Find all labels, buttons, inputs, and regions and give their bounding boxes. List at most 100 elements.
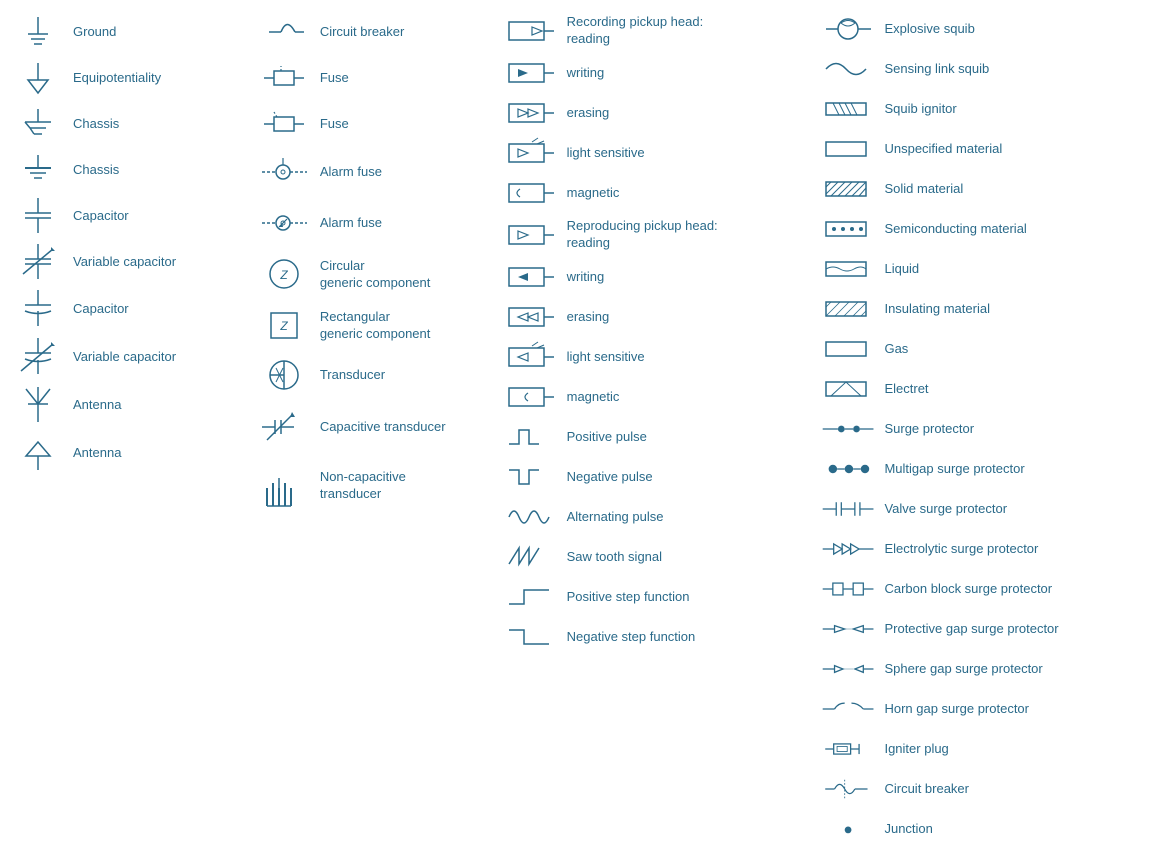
symbol-sphere-gap-surge-protector bbox=[821, 655, 876, 683]
item-explosive-squib: Explosive squib bbox=[821, 10, 1153, 48]
item-chassis1: Chassis bbox=[10, 102, 247, 146]
item-capacitive-transducer: Capacitive transducer bbox=[257, 400, 494, 454]
symbol-semiconducting-material bbox=[821, 214, 876, 244]
symbol-circular-generic: Z bbox=[257, 252, 312, 297]
item-positive-step: Positive step function bbox=[504, 578, 812, 616]
symbol-repr-reading bbox=[504, 216, 559, 254]
label-junction: Junction bbox=[884, 821, 932, 838]
label-capacitive-transducer: Capacitive transducer bbox=[320, 419, 446, 436]
symbol-alarm-fuse2 bbox=[257, 201, 312, 246]
item-semiconducting-material: Semiconducting material bbox=[821, 210, 1153, 248]
label-capacitor1: Capacitor bbox=[73, 208, 129, 225]
label-rph-magnetic: magnetic bbox=[567, 185, 620, 202]
label-igniter-plug: Igniter plug bbox=[884, 741, 948, 758]
item-ground: Ground bbox=[10, 10, 247, 54]
symbol-alarm-fuse1 bbox=[257, 150, 312, 195]
symbol-unspecified-material bbox=[821, 134, 876, 164]
item-transducer: Transducer bbox=[257, 352, 494, 398]
symbol-explosive-squib bbox=[821, 13, 876, 45]
label-negative-step: Negative step function bbox=[567, 629, 696, 646]
item-capacitor1: Capacitor bbox=[10, 194, 247, 238]
symbol-antenna2 bbox=[10, 432, 65, 474]
item-protective-gap-surge-protector: Protective gap surge protector bbox=[821, 610, 1153, 648]
item-alarm-fuse1: Alarm fuse bbox=[257, 148, 494, 197]
label-multigap-surge-protector: Multigap surge protector bbox=[884, 461, 1024, 478]
column-1: Ground Equipotentiality bbox=[5, 10, 252, 715]
label-protective-gap-surge-protector: Protective gap surge protector bbox=[884, 621, 1058, 638]
main-container: Ground Equipotentiality bbox=[0, 0, 1163, 725]
label-circuit-breaker: Circuit breaker bbox=[320, 24, 405, 41]
label-squib-ignitor: Squib ignitor bbox=[884, 101, 956, 118]
label-liquid: Liquid bbox=[884, 261, 919, 278]
label-alarm-fuse2: Alarm fuse bbox=[320, 215, 382, 232]
label-horn-gap-surge-protector: Horn gap surge protector bbox=[884, 701, 1029, 718]
symbol-surge-protector bbox=[821, 415, 876, 443]
label-antenna2: Antenna bbox=[73, 445, 121, 462]
item-insulating-material: Insulating material bbox=[821, 290, 1153, 328]
symbol-antenna1 bbox=[10, 384, 65, 426]
label-chassis2: Chassis bbox=[73, 162, 119, 179]
label-repr-erasing: erasing bbox=[567, 309, 610, 326]
symbol-rph-magnetic bbox=[504, 176, 559, 210]
item-repr-magnetic: magnetic bbox=[504, 378, 812, 416]
symbol-solid-material bbox=[821, 174, 876, 204]
item-electret: Electret bbox=[821, 370, 1153, 408]
item-negative-step: Negative step function bbox=[504, 618, 812, 656]
symbol-capacitive-transducer bbox=[257, 402, 312, 452]
label-rph-erasing: erasing bbox=[567, 105, 610, 122]
item-multigap-surge-protector: Multigap surge protector bbox=[821, 450, 1153, 488]
item-rph-light-sensitive: light sensitive bbox=[504, 134, 812, 172]
item-solid-material: Solid material bbox=[821, 170, 1153, 208]
label-surge-protector: Surge protector bbox=[884, 421, 974, 438]
item-carbon-block-surge-protector: Carbon block surge protector bbox=[821, 570, 1153, 608]
label-fuse2: Fuse bbox=[320, 116, 349, 133]
item-rph-writing: writing bbox=[504, 54, 812, 92]
item-capacitor2: Capacitor bbox=[10, 286, 247, 332]
label-unspecified-material: Unspecified material bbox=[884, 141, 1002, 158]
symbol-electret bbox=[821, 374, 876, 404]
label-insulating-material: Insulating material bbox=[884, 301, 990, 318]
label-capacitor2: Capacitor bbox=[73, 301, 129, 318]
item-negative-pulse: Negative pulse bbox=[504, 458, 812, 496]
symbol-variable-capacitor1 bbox=[10, 242, 65, 282]
symbol-alternating-pulse bbox=[504, 500, 559, 534]
item-chassis2: Chassis bbox=[10, 148, 247, 192]
symbol-gas bbox=[821, 334, 876, 364]
symbol-transducer bbox=[257, 354, 312, 396]
symbol-chassis2 bbox=[10, 150, 65, 190]
item-repr-erasing: erasing bbox=[504, 298, 812, 336]
symbol-capacitor2 bbox=[10, 288, 65, 330]
label-electret: Electret bbox=[884, 381, 928, 398]
label-chassis1: Chassis bbox=[73, 116, 119, 133]
item-antenna2: Antenna bbox=[10, 430, 247, 476]
item-valve-surge-protector: Valve surge protector bbox=[821, 490, 1153, 528]
item-circuit-breaker: Circuit breaker bbox=[257, 10, 494, 54]
symbol-positive-pulse bbox=[504, 420, 559, 454]
item-rph-reading: Recording pickup head: reading bbox=[504, 10, 812, 52]
symbol-non-capacitive-transducer bbox=[257, 458, 312, 513]
label-valve-surge-protector: Valve surge protector bbox=[884, 501, 1007, 518]
label-fuse1: Fuse bbox=[320, 70, 349, 87]
item-antenna1: Antenna bbox=[10, 382, 247, 428]
label-negative-pulse: Negative pulse bbox=[567, 469, 653, 486]
label-alternating-pulse: Alternating pulse bbox=[567, 509, 664, 526]
item-variable-capacitor2: Variable capacitor bbox=[10, 334, 247, 380]
symbol-repr-magnetic bbox=[504, 380, 559, 414]
symbol-protective-gap-surge-protector bbox=[821, 615, 876, 643]
symbol-variable-capacitor2 bbox=[10, 336, 65, 378]
symbol-negative-step bbox=[504, 620, 559, 654]
symbol-circuit-breaker2 bbox=[821, 773, 876, 805]
label-gas: Gas bbox=[884, 341, 908, 358]
column-3: Recording pickup head: reading writing bbox=[499, 10, 817, 715]
label-alarm-fuse1: Alarm fuse bbox=[320, 164, 382, 181]
symbol-sensing-link-squib bbox=[821, 53, 876, 85]
label-antenna1: Antenna bbox=[73, 397, 121, 414]
label-circular-generic: Circular generic component bbox=[320, 258, 431, 292]
item-positive-pulse: Positive pulse bbox=[504, 418, 812, 456]
symbol-multigap-surge-protector bbox=[821, 455, 876, 483]
label-variable-capacitor1: Variable capacitor bbox=[73, 254, 176, 271]
symbol-valve-surge-protector bbox=[821, 495, 876, 523]
label-positive-pulse: Positive pulse bbox=[567, 429, 647, 446]
item-fuse1: Fuse bbox=[257, 56, 494, 100]
symbol-rph-writing bbox=[504, 56, 559, 90]
